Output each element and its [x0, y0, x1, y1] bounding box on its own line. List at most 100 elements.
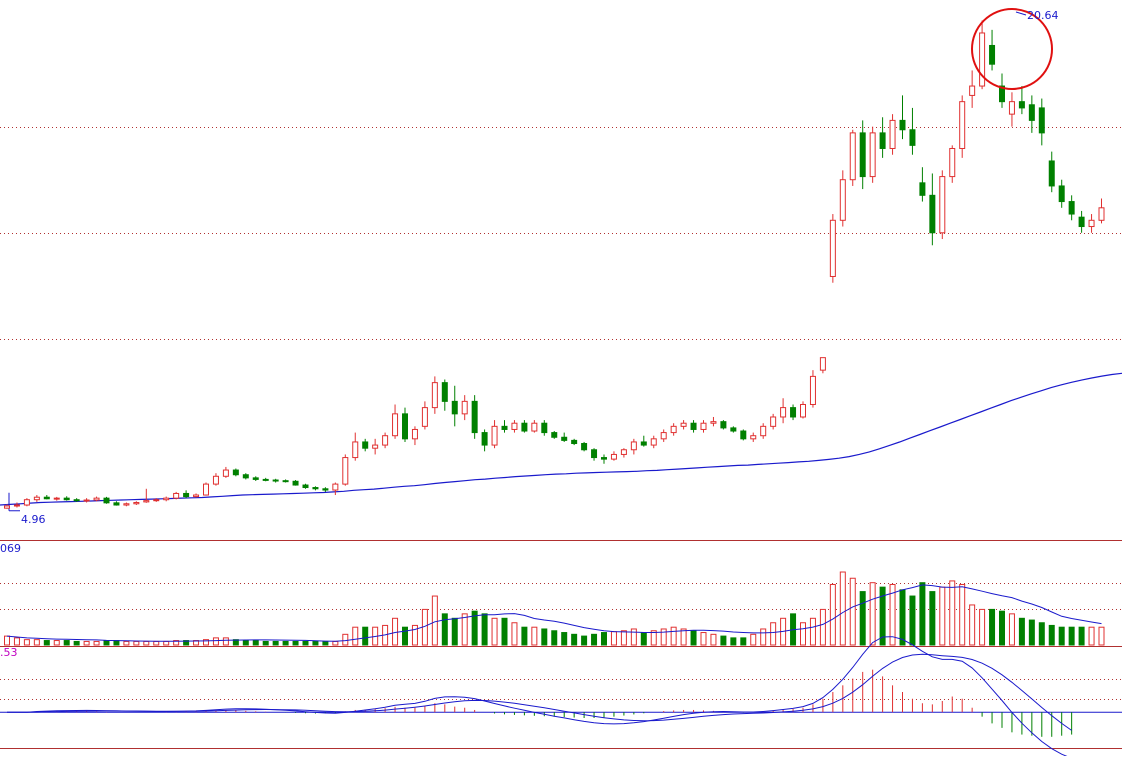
volume-bar-up [53, 640, 60, 646]
volume-bar-down [551, 630, 558, 646]
stock-chart: 20.64 4.96 069 .53 [0, 0, 1122, 759]
candle-down [521, 422, 528, 432]
volume-bar-up [83, 640, 90, 646]
volume-bar-up [511, 622, 518, 646]
volume-bar-down [1078, 626, 1085, 646]
volume-bar-up [610, 631, 617, 646]
candle-up [650, 438, 657, 446]
candle-down [690, 422, 697, 430]
volume-bar-down [262, 640, 269, 646]
volume-bar-down [292, 640, 299, 646]
candle-down [790, 407, 797, 418]
volume-bar-down [541, 628, 548, 646]
candle-down [581, 443, 588, 451]
volume-bar-down [1028, 619, 1035, 646]
candle-down [312, 487, 319, 490]
volume-bar-down [740, 637, 747, 646]
candle-down [292, 480, 299, 486]
candle-down [551, 432, 558, 438]
candle-down [441, 382, 448, 402]
volume-bar-down [899, 589, 906, 646]
candle-up [382, 435, 389, 446]
volume-bar-down [501, 617, 508, 646]
candle-down [571, 439, 578, 445]
candle-up [222, 469, 229, 477]
volume-bar-up [770, 622, 777, 646]
volume-bar-down [282, 640, 289, 646]
candle-down [929, 194, 936, 234]
candle-up [392, 413, 399, 437]
volume-bar-up [849, 577, 856, 646]
candle-up [829, 219, 836, 277]
volume-bar-down [43, 640, 50, 646]
candle-down [909, 129, 916, 146]
volume-bar-up [143, 640, 150, 646]
candle-up [770, 416, 777, 427]
candle-down [252, 477, 259, 480]
candle-up [630, 441, 637, 451]
volume-bar-up [819, 608, 826, 646]
candle-down [640, 441, 647, 446]
candle-down [730, 427, 737, 432]
volume-bar-down [113, 640, 120, 646]
candle-down [481, 432, 488, 446]
candle-down [919, 182, 926, 196]
candle-down [591, 449, 598, 459]
candle-up [809, 375, 816, 405]
volume-bar-down [272, 640, 279, 646]
candle-down [262, 478, 269, 481]
candle-up [670, 425, 677, 434]
candle-down [720, 421, 727, 429]
volume-bar-up [710, 633, 717, 646]
candle-down [1038, 107, 1045, 134]
candle-up [949, 147, 956, 178]
candle-down [272, 479, 279, 482]
candle-down [989, 44, 996, 65]
volume-bar-down [103, 640, 110, 646]
volume-bar-up [939, 586, 946, 646]
volume-bar-up [660, 628, 667, 646]
candle-down [899, 119, 906, 131]
volume-bar-down [989, 608, 996, 646]
volume-bar-down [929, 591, 936, 646]
volume-bar-down [451, 617, 458, 646]
volume-bar-up [531, 626, 538, 646]
candle-down [1028, 104, 1035, 121]
candle-up [13, 504, 20, 507]
candle-down [501, 425, 508, 430]
candle-down [1068, 201, 1075, 215]
volume-bar-up [969, 604, 976, 646]
volume-bar-up [411, 624, 418, 646]
candle-down [302, 484, 309, 489]
volume-bar-down [73, 640, 80, 646]
volume-bar-up [431, 595, 438, 646]
candle-up [660, 432, 667, 440]
chart-canvas: 20.64 4.96 069 .53 [0, 8, 1122, 759]
candle-up [780, 407, 787, 418]
volume-bar-up [23, 639, 30, 646]
volume-bar-down [581, 635, 588, 646]
candle-up [212, 475, 219, 485]
candle-down [879, 132, 886, 149]
candle-up [193, 494, 200, 498]
candle-up [153, 499, 160, 502]
volume-bar-up [949, 580, 956, 646]
candle-up [342, 457, 349, 485]
volume-bar-up [163, 640, 170, 646]
volume-bar-up [1098, 626, 1105, 646]
volume-bar-down [640, 632, 647, 646]
candle-up [969, 85, 976, 96]
volume-bar-up [133, 640, 140, 646]
candle-up [123, 503, 130, 506]
candle-up [869, 132, 876, 178]
volume-bar-up [620, 630, 627, 646]
candle-down [541, 422, 548, 434]
high-marker-arrow [1015, 11, 1027, 16]
candle-down [471, 400, 478, 434]
candle-down [1018, 101, 1025, 109]
candle-down [183, 492, 190, 498]
macd-dea-line [7, 653, 1072, 731]
volume-panel-label: 069 [0, 542, 21, 555]
candle-up [203, 483, 209, 496]
volume-bar-up [670, 626, 677, 646]
